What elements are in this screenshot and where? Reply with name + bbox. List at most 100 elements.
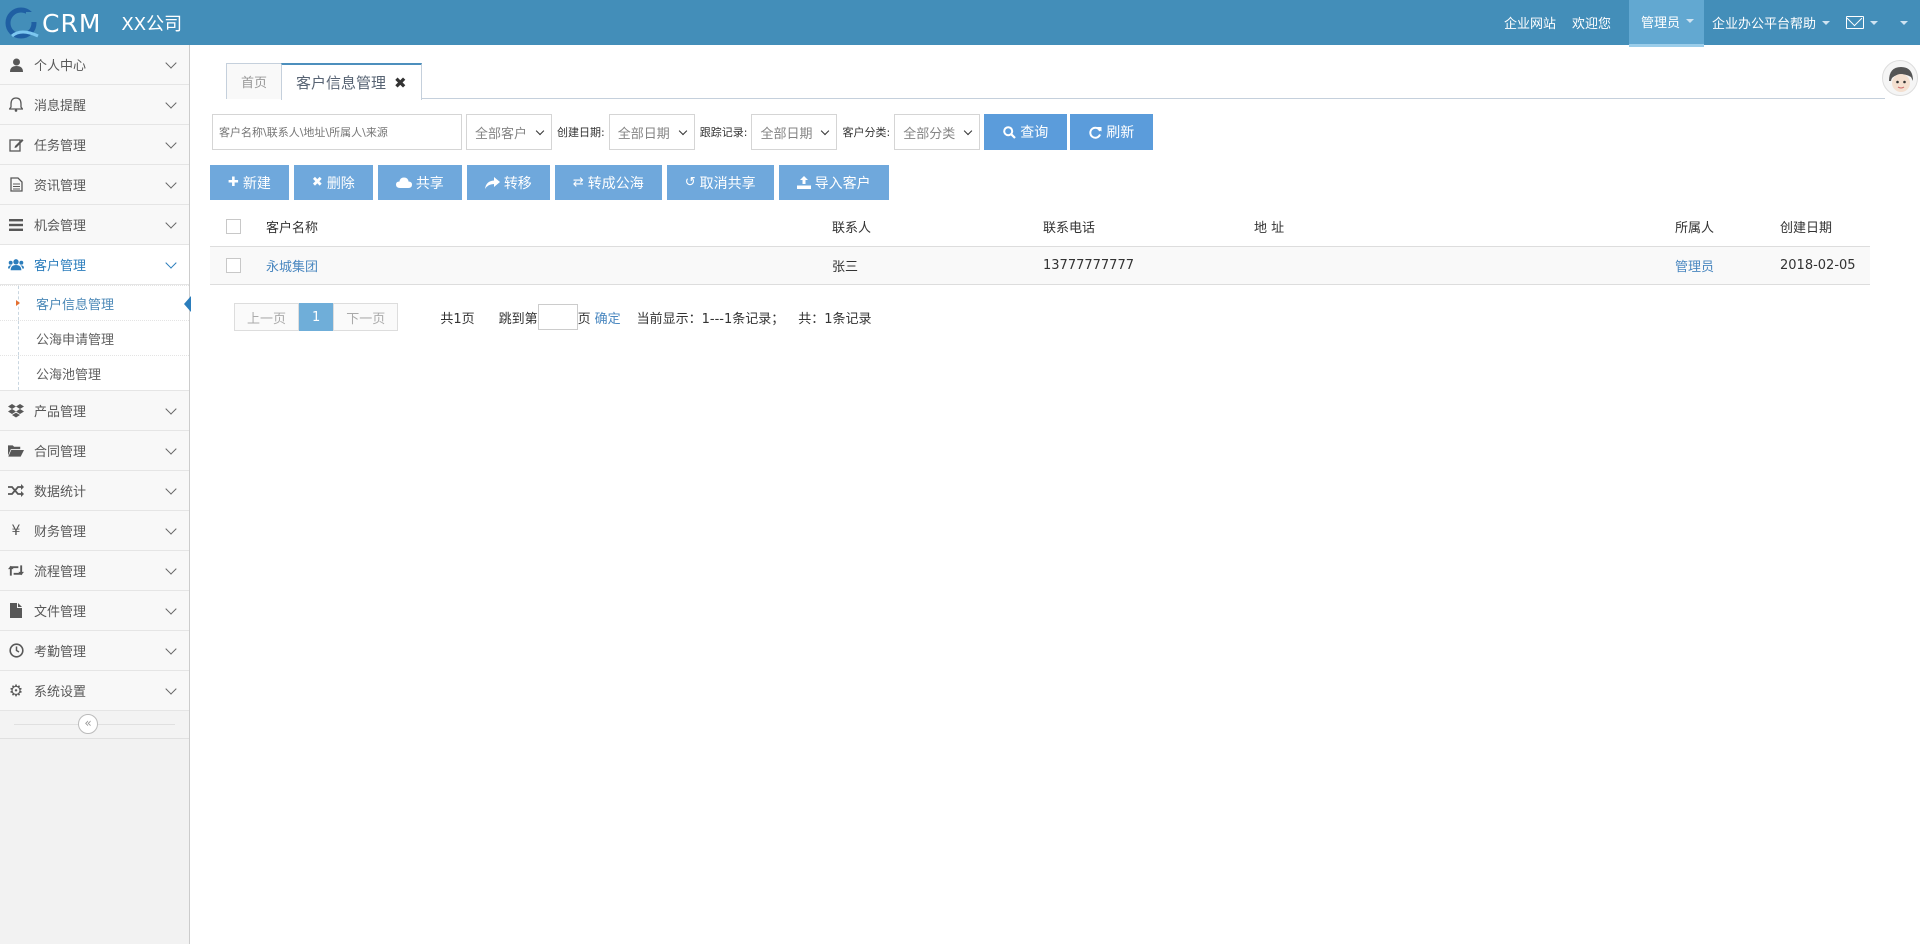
upload-icon xyxy=(796,176,811,189)
query-button[interactable]: 查询 xyxy=(984,114,1068,150)
tab-bar: 首页 客户信息管理 ✖ xyxy=(226,63,1885,100)
exchange-icon: ⇄ xyxy=(572,175,584,190)
chevron-down-icon xyxy=(165,177,177,189)
sidebar-item-tasks[interactable]: 任务管理 xyxy=(0,125,189,165)
import-customer-button[interactable]: 导入客户 xyxy=(778,165,889,200)
new-button[interactable]: ✚ 新建 xyxy=(210,165,289,200)
admin-menu[interactable]: 管理员 xyxy=(1628,0,1704,47)
sidebar-item-settings[interactable]: ⚙ 系统设置 xyxy=(0,671,189,711)
row-checkbox[interactable] xyxy=(226,257,241,273)
column-header[interactable]: 联系电话 xyxy=(1043,208,1254,247)
column-header[interactable]: 所属人 xyxy=(1675,208,1780,247)
created-date-label: 创建日期: xyxy=(557,126,605,139)
yen-icon: ¥ xyxy=(11,522,21,539)
select-all-checkbox[interactable] xyxy=(226,219,241,235)
avatar[interactable] xyxy=(1882,60,1918,96)
sidebar-subitem-customer-info[interactable]: 客户信息管理 xyxy=(0,285,191,320)
total-pages-text: 共1页 xyxy=(440,311,475,327)
share-button[interactable]: 共享 xyxy=(377,165,462,200)
mail-menu[interactable] xyxy=(1838,0,1886,45)
enterprise-site-link[interactable]: 企业网站 xyxy=(1496,0,1564,45)
sidebar-item-news[interactable]: 资讯管理 xyxy=(0,165,189,205)
jump-suffix: 页 xyxy=(577,311,591,327)
avatar-face-icon xyxy=(1889,67,1913,92)
retweet-icon xyxy=(8,563,24,579)
envelope-icon xyxy=(1846,16,1864,29)
main-content: 首页 客户信息管理 ✖ 全部客户 创建日期: 全部日期 跟踪记录: 全部日期 客户… xyxy=(190,45,1920,944)
tab-home[interactable]: 首页 xyxy=(226,63,283,99)
filter-bar: 全部客户 创建日期: 全部日期 跟踪记录: 全部日期 客户分类: 全部分类 查询… xyxy=(212,113,1154,151)
double-angle-left-icon[interactable]: « xyxy=(78,714,98,734)
column-header[interactable]: 创建日期 xyxy=(1780,208,1870,247)
more-menu[interactable] xyxy=(1886,0,1920,45)
followup-select[interactable]: 全部日期 xyxy=(751,114,838,150)
sidebar-item-personal[interactable]: 个人中心 xyxy=(0,45,189,85)
action-toolbar: ✚ 新建 ✖ 删除 共享 转移 ⇄ 转成公海 ↺ 取消共享 导入客户 xyxy=(210,165,894,200)
sidebar-item-label: 任务管理 xyxy=(34,139,87,154)
table-row[interactable]: 永城集团 张三 13777777777 管理员 2018-02-05 xyxy=(210,246,1870,285)
page-1-button[interactable]: 1 xyxy=(299,303,334,331)
chevron-down-icon xyxy=(165,483,177,495)
sidebar-item-statistics[interactable]: 数据统计 xyxy=(0,471,189,511)
sidebar-item-products[interactable]: 产品管理 xyxy=(0,391,189,431)
select-value: 全部客户 xyxy=(475,126,528,142)
tab-customer-info[interactable]: 客户信息管理 ✖ xyxy=(281,63,422,100)
select-value: 全部日期 xyxy=(617,126,670,142)
customers-submenu: 客户信息管理 公海申请管理 公海池管理 xyxy=(0,285,191,391)
customer-scope-select[interactable]: 全部客户 xyxy=(466,114,553,150)
button-label: 新建 xyxy=(242,175,271,192)
sidebar-collapse-bar: « xyxy=(0,711,189,739)
next-page-button[interactable]: 下一页 xyxy=(333,303,399,331)
sidebar-item-attendance[interactable]: 考勤管理 xyxy=(0,631,189,671)
sidebar-item-files[interactable]: 文件管理 xyxy=(0,591,189,631)
to-public-button[interactable]: ⇄ 转成公海 xyxy=(554,165,662,200)
prev-page-button[interactable]: 上一页 xyxy=(234,303,300,331)
sidebar-item-workflow[interactable]: 流程管理 xyxy=(0,551,189,591)
refresh-icon xyxy=(1089,126,1102,139)
users-icon xyxy=(8,257,24,273)
chevron-down-icon xyxy=(165,523,177,535)
column-header[interactable]: 联系人 xyxy=(832,208,1043,247)
brand[interactable]: CRM XX公司 xyxy=(4,4,182,42)
gear-icon: ⚙ xyxy=(8,681,24,700)
button-label: 查询 xyxy=(1020,125,1049,141)
crm-logo-icon xyxy=(5,7,39,39)
cancel-share-button[interactable]: ↺ 取消共享 xyxy=(666,165,774,200)
sidebar-item-finance[interactable]: ¥ 财务管理 xyxy=(0,511,189,551)
sidebar-item-contracts[interactable]: 合同管理 xyxy=(0,431,189,471)
sidebar-item-customers[interactable]: 客户管理 xyxy=(0,245,189,285)
sidebar-item-label: 客户管理 xyxy=(34,259,87,274)
sidebar-subitem-label: 客户信息管理 xyxy=(36,297,115,313)
bell-icon xyxy=(8,97,24,113)
jump-page-input[interactable] xyxy=(537,304,578,330)
created-date-select[interactable]: 全部日期 xyxy=(608,114,695,150)
transfer-button[interactable]: 转移 xyxy=(466,165,550,200)
refresh-button[interactable]: 刷新 xyxy=(1070,114,1154,150)
created-date-cell: 2018-02-05 xyxy=(1780,246,1870,285)
jump-prefix: 跳到第 xyxy=(498,311,538,327)
help-menu[interactable]: 企业办公平台帮助 xyxy=(1704,0,1838,45)
top-navbar: CRM XX公司 企业网站 欢迎您 管理员 企业办公平台帮助 xyxy=(0,0,1920,47)
followup-label: 跟踪记录: xyxy=(699,126,748,139)
column-header[interactable]: 客户名称 xyxy=(266,208,832,247)
customer-name-link[interactable]: 永城集团 xyxy=(266,260,318,275)
button-label: 取消共享 xyxy=(699,175,756,192)
delete-button[interactable]: ✖ 删除 xyxy=(293,165,373,200)
sidebar-subitem-public-pool[interactable]: 公海池管理 xyxy=(0,355,189,390)
search-input[interactable] xyxy=(212,114,462,150)
sidebar-item-label: 个人中心 xyxy=(34,59,87,74)
select-all-cell xyxy=(210,208,266,247)
column-header[interactable]: 地 址 xyxy=(1254,208,1675,247)
chevron-down-icon xyxy=(165,137,177,149)
sidebar-item-opportunities[interactable]: 机会管理 xyxy=(0,205,189,245)
close-icon[interactable]: ✖ xyxy=(394,74,407,92)
owner-link[interactable]: 管理员 xyxy=(1675,260,1714,275)
sidebar-item-messages[interactable]: 消息提醒 xyxy=(0,85,189,125)
random-icon xyxy=(8,483,24,499)
help-label: 企业办公平台帮助 xyxy=(1711,17,1816,32)
button-label: 删除 xyxy=(326,175,355,192)
chevron-down-icon xyxy=(165,643,177,655)
category-select[interactable]: 全部分类 xyxy=(894,114,981,150)
sidebar-subitem-public-apply[interactable]: 公海申请管理 xyxy=(0,320,189,355)
jump-confirm-link[interactable]: 确定 xyxy=(595,308,621,327)
